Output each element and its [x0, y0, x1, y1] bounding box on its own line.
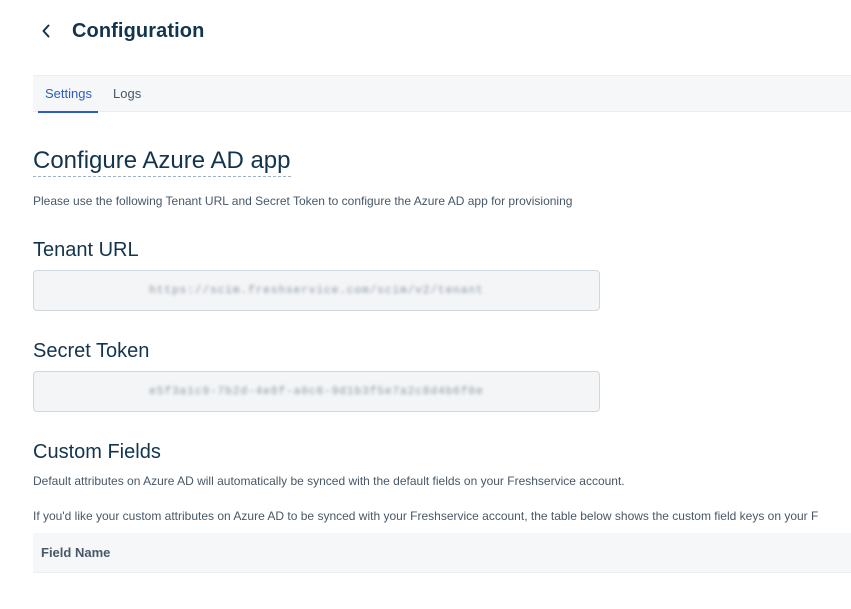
tab-settings[interactable]: Settings: [38, 76, 98, 113]
custom-fields-table-header: Field Name: [33, 533, 851, 573]
secret-token-field[interactable]: e5f3a1c9-7b2d-4e8f-a0c6-9d1b3f5e7a2c8d4b…: [33, 371, 600, 412]
tenant-url-value: https://scim.freshservice.com/scim/v2/te…: [149, 284, 484, 297]
custom-fields-description: Default attributes on Azure AD will auto…: [33, 474, 625, 488]
secret-token-label: Secret Token: [33, 340, 150, 362]
page-title: Configuration: [72, 19, 205, 42]
custom-fields-description-secondary: If you'd like your custom attributes on …: [33, 509, 819, 523]
custom-fields-title: Custom Fields: [33, 441, 161, 463]
back-button[interactable]: [36, 16, 56, 46]
page-header: Configuration: [36, 16, 204, 46]
tenant-url-label: Tenant URL: [33, 239, 139, 261]
secret-token-value: e5f3a1c9-7b2d-4e8f-a0c6-9d1b3f5e7a2c8d4b…: [149, 385, 484, 398]
tabs-bar: Settings Logs: [33, 75, 851, 113]
configuration-page: Configuration Settings Logs Configure Az…: [0, 0, 851, 609]
section-title: Configure Azure AD app: [33, 146, 291, 177]
tab-logs[interactable]: Logs: [113, 76, 141, 112]
chevron-left-icon: [42, 24, 50, 38]
column-header-field-name: Field Name: [41, 545, 111, 560]
tenant-url-field[interactable]: https://scim.freshservice.com/scim/v2/te…: [33, 270, 600, 311]
section-description: Please use the following Tenant URL and …: [33, 194, 573, 208]
